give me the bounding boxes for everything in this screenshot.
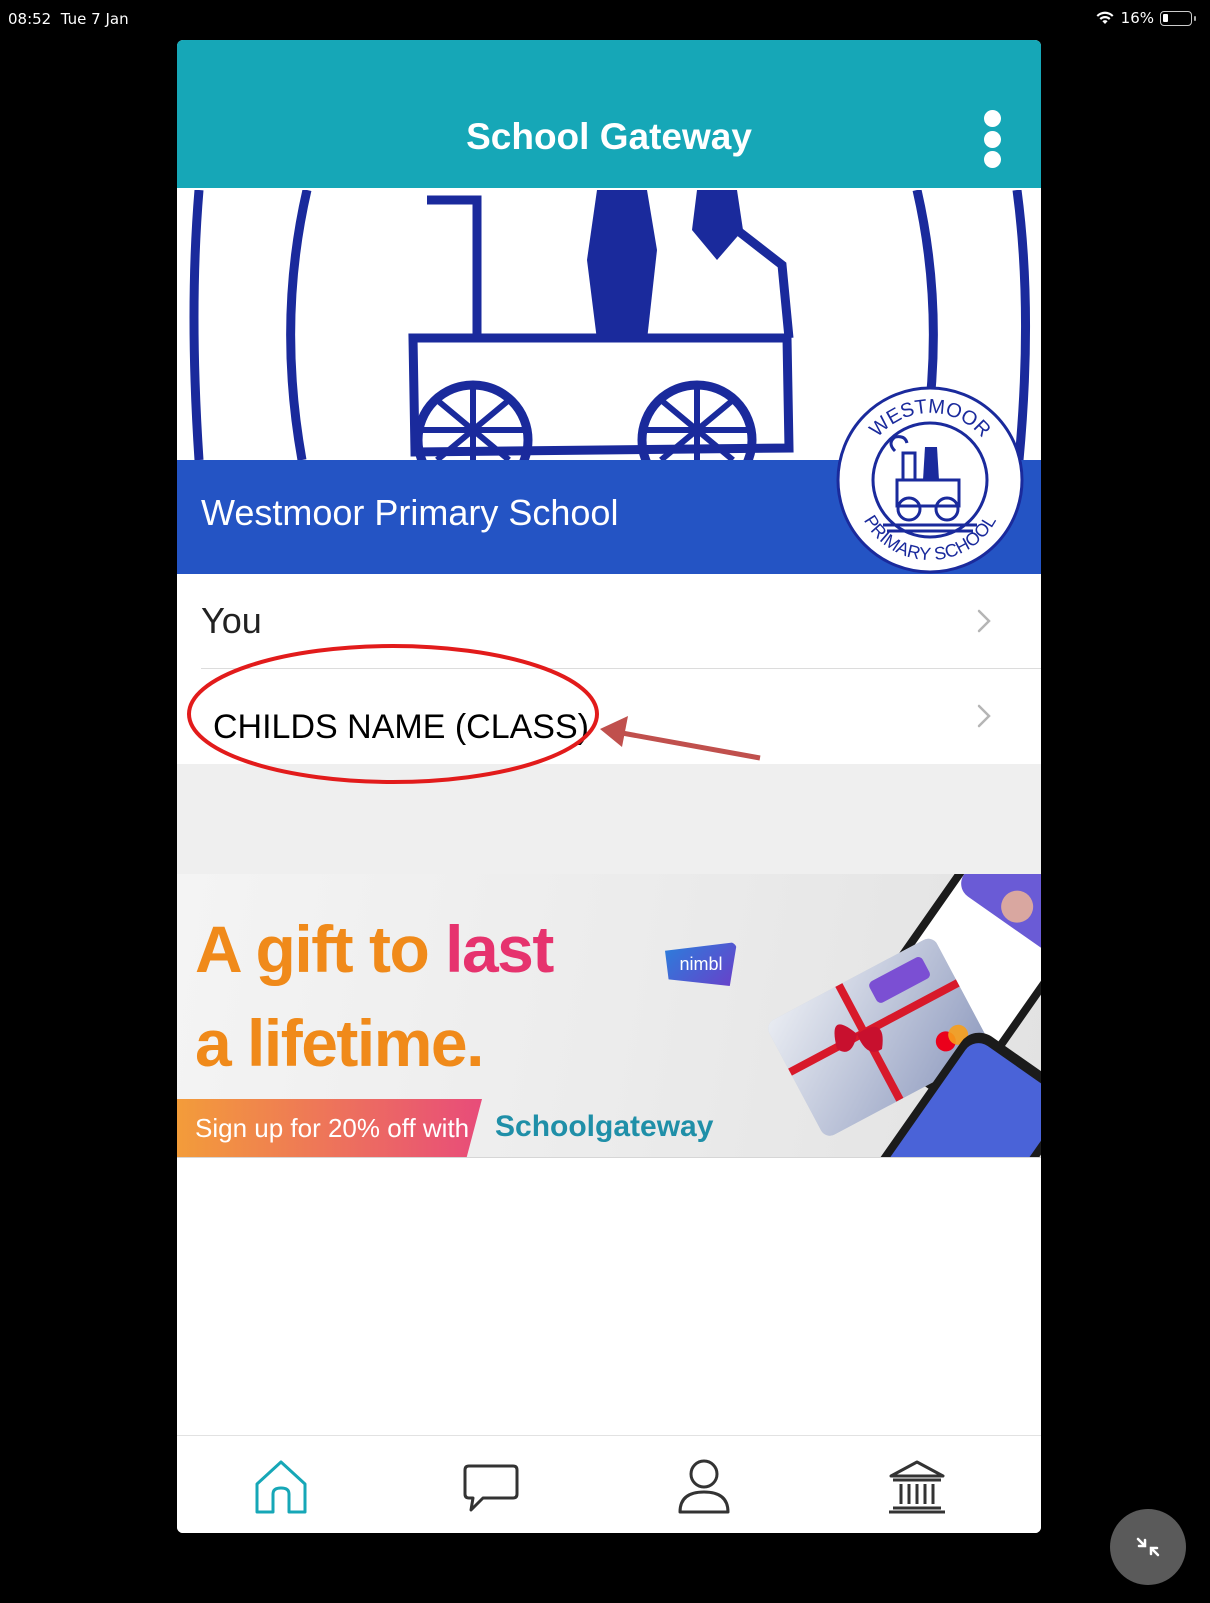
app-header: School Gateway (177, 40, 1041, 188)
collapse-button[interactable] (1110, 1509, 1186, 1585)
bank-icon (889, 1460, 945, 1514)
tab-messages[interactable] (459, 1454, 523, 1518)
status-bar: 08:52 Tue 7 Jan 16% (0, 0, 1210, 36)
child-name-label: CHILDS NAME (CLASS) (213, 708, 589, 746)
tab-home[interactable] (249, 1454, 313, 1518)
chevron-right-icon (977, 704, 991, 728)
more-options-icon[interactable] (980, 110, 1004, 168)
promo-signup-strip: Sign up for 20% off with (177, 1099, 482, 1157)
profile-icon (678, 1459, 730, 1514)
schoolgateway-logo: Schoolgateway (495, 1110, 714, 1143)
collapse-arrows-icon (1136, 1537, 1160, 1557)
bottom-tab-bar (177, 1435, 1041, 1533)
tab-profile[interactable] (672, 1454, 736, 1518)
list-item-label: You (201, 600, 262, 641)
battery-percent: 16% (1120, 9, 1154, 27)
section-spacer (177, 764, 1041, 874)
home-icon (255, 1460, 307, 1514)
card-and-phones-graphic (768, 874, 1041, 1157)
battery-icon (1160, 10, 1196, 26)
list-item-child[interactable]: CHILDS NAME (CLASS) (177, 669, 1041, 764)
divider (177, 1157, 1041, 1158)
chevron-right-icon (977, 609, 991, 633)
school-logo: WESTMOOR PRIMARY SCHOOL (836, 386, 1024, 574)
status-time: 08:52 Tue 7 Jan (8, 10, 129, 28)
list-item-you[interactable]: You (177, 574, 1041, 669)
status-indicators: 16% (1095, 9, 1196, 27)
tab-bank[interactable] (885, 1454, 949, 1518)
message-icon (463, 1464, 519, 1512)
app-window: School Gateway Westmoor Primary School W… (177, 40, 1041, 1533)
page-title: School Gateway (466, 116, 752, 157)
promo-banner[interactable]: A gift to last a lifetime. nimbl Sign up… (177, 874, 1041, 1157)
promo-headline: A gift to last a lifetime. (195, 912, 554, 1080)
school-name: Westmoor Primary School (201, 492, 619, 533)
wifi-icon (1096, 11, 1114, 24)
